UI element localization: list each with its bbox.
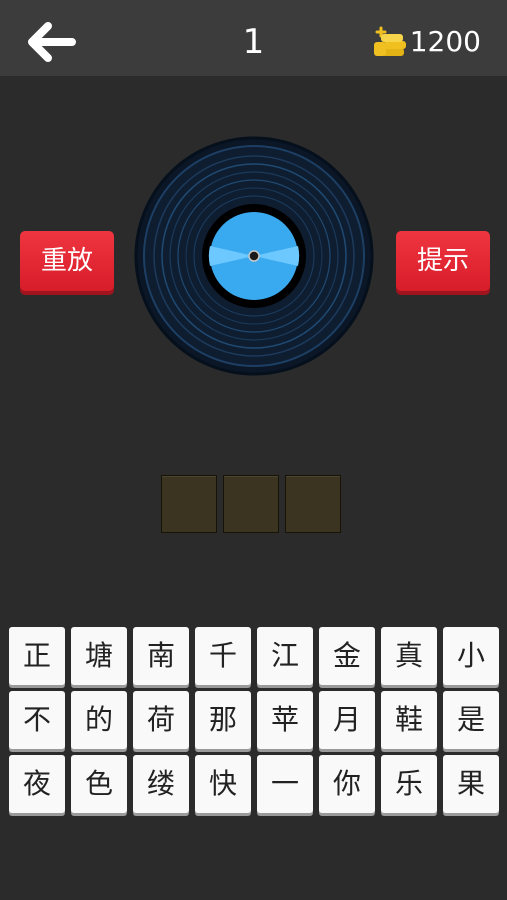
- character-tile[interactable]: 塘: [71, 627, 127, 685]
- character-tile[interactable]: 不: [9, 691, 65, 749]
- answer-slot[interactable]: [223, 475, 279, 533]
- character-tile[interactable]: 色: [71, 755, 127, 813]
- answer-slot[interactable]: [285, 475, 341, 533]
- character-tile[interactable]: 苹: [257, 691, 313, 749]
- character-tile[interactable]: 真: [381, 627, 437, 685]
- vinyl-record[interactable]: [134, 136, 374, 376]
- character-tile[interactable]: 千: [195, 627, 251, 685]
- character-tile[interactable]: 夜: [9, 755, 65, 813]
- character-tile[interactable]: 快: [195, 755, 251, 813]
- coin-count: 1200: [409, 25, 481, 58]
- character-tile[interactable]: 一: [257, 755, 313, 813]
- answer-slots: [161, 475, 341, 533]
- character-tile[interactable]: 正: [9, 627, 65, 685]
- coin-counter: 1200: [372, 20, 481, 64]
- answer-slot[interactable]: [161, 475, 217, 533]
- character-tile[interactable]: 缕: [133, 755, 189, 813]
- character-tile[interactable]: 是: [443, 691, 499, 749]
- character-tile[interactable]: 南: [133, 627, 189, 685]
- hint-button[interactable]: 提示: [396, 231, 490, 291]
- character-tile[interactable]: 江: [257, 627, 313, 685]
- character-tile[interactable]: 果: [443, 755, 499, 813]
- character-tile[interactable]: 乐: [381, 755, 437, 813]
- character-tile[interactable]: 月: [319, 691, 375, 749]
- character-grid: 正 塘 南 千 江 金 真 小 不 的 荷 那 苹 月 鞋 是 夜 色 缕 快 …: [9, 627, 499, 813]
- replay-button[interactable]: 重放: [20, 231, 114, 291]
- character-tile[interactable]: 那: [195, 691, 251, 749]
- top-bar: 1 1200: [0, 0, 507, 76]
- character-tile[interactable]: 鞋: [381, 691, 437, 749]
- vinyl-record-icon: [134, 136, 374, 376]
- character-tile[interactable]: 荷: [133, 691, 189, 749]
- character-tile[interactable]: 你: [319, 755, 375, 813]
- character-tile[interactable]: 小: [443, 627, 499, 685]
- coin-stack-icon: [373, 26, 406, 56]
- character-tile[interactable]: 的: [71, 691, 127, 749]
- character-tile[interactable]: 金: [319, 627, 375, 685]
